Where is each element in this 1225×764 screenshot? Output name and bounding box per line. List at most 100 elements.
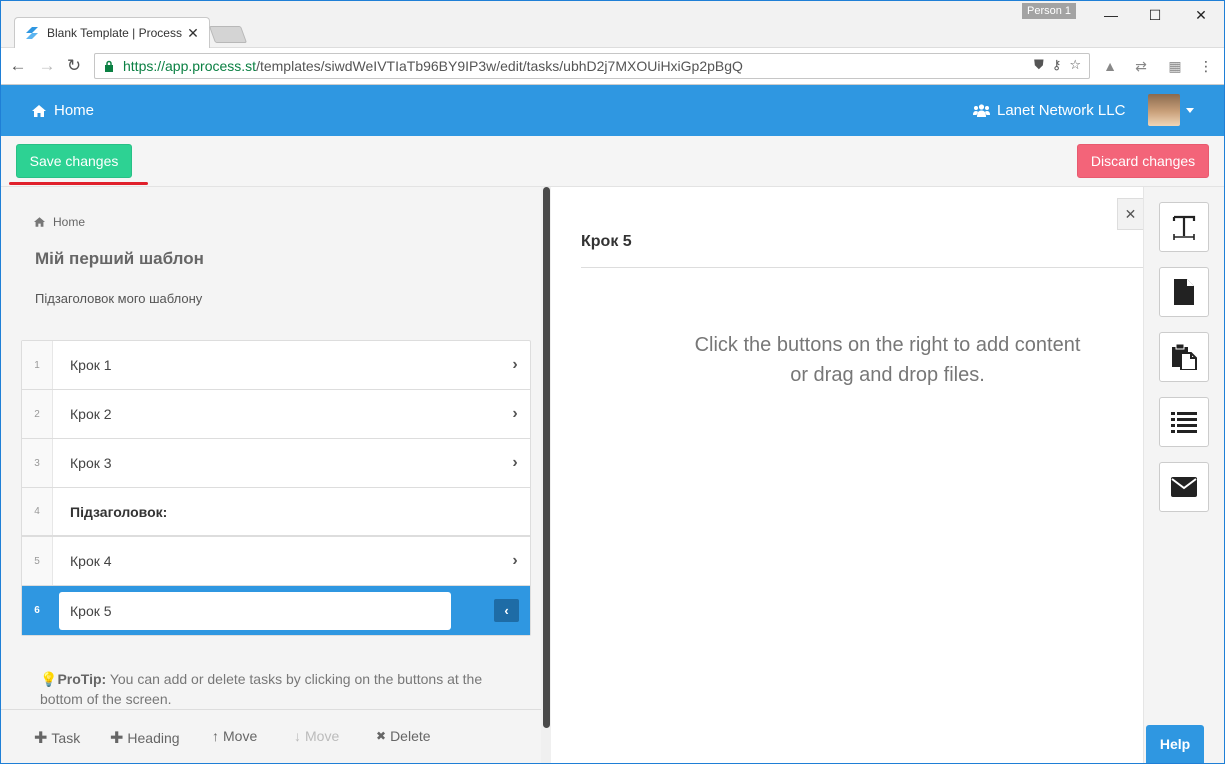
- chevron-right-icon: ›: [512, 552, 518, 569]
- hint-line-2: or drag and drop files.: [790, 364, 985, 386]
- menu-icon[interactable]: ⋮: [1197, 57, 1215, 75]
- task-name: Крок 3: [70, 455, 112, 471]
- add-heading-label: Heading: [127, 730, 180, 746]
- chevron-right-icon: ›: [512, 454, 518, 471]
- task-row[interactable]: 1 Крок 1 ›: [22, 341, 530, 390]
- action-bar: Save changes Discard changes: [0, 136, 1225, 187]
- arrow-up-icon: ↑: [212, 728, 219, 744]
- new-tab-button[interactable]: [208, 26, 248, 43]
- text-icon: [1172, 215, 1196, 240]
- task-number: 1: [22, 341, 53, 389]
- users-icon: [973, 104, 990, 117]
- task-number: 3: [22, 439, 53, 487]
- reload-icon[interactable]: ↻: [64, 56, 84, 76]
- move-up-button[interactable]: ↑ Move: [212, 728, 257, 744]
- minimize-button[interactable]: —: [1088, 4, 1134, 26]
- close-icon[interactable]: ✕: [1117, 198, 1143, 230]
- browser-tab[interactable]: Blank Template | Process ✕: [14, 17, 210, 48]
- add-text-widget-button[interactable]: [1159, 202, 1209, 252]
- avatar-caret-icon[interactable]: [1186, 108, 1194, 113]
- move-down-button[interactable]: ↓ Move: [294, 728, 339, 744]
- home-icon: [34, 217, 45, 227]
- task-number: 4: [22, 488, 53, 535]
- protip: 💡ProTip: You can add or delete tasks by …: [40, 669, 510, 709]
- home-label: Home: [54, 102, 95, 119]
- paste-icon: [1172, 344, 1197, 370]
- lightbulb-icon: 💡: [40, 671, 58, 687]
- step-title[interactable]: Крок 5: [581, 233, 632, 251]
- browser-toolbar: ← → ↻ https://app.process.st/templates/s…: [0, 48, 1225, 85]
- add-copy-widget-button[interactable]: [1159, 332, 1209, 382]
- plus-icon: ✚: [34, 730, 48, 747]
- address-bar[interactable]: https://app.process.st/templates/siwdWeI…: [94, 53, 1090, 79]
- task-list: 1 Крок 1 › 2 Крок 2 › 3 Крок 3 › 4 Підза…: [21, 340, 531, 636]
- panel-scrollbar[interactable]: [541, 187, 551, 764]
- move-up-label: Move: [223, 728, 258, 744]
- heading-row[interactable]: 4 Підзаголовок:: [22, 488, 530, 537]
- add-checklist-widget-button[interactable]: [1159, 397, 1209, 447]
- task-number: 2: [22, 390, 53, 438]
- shield-icon[interactable]: ⛊: [1034, 57, 1044, 73]
- tab-close-icon[interactable]: ✕: [185, 25, 201, 42]
- url-host: https://app.process.st: [123, 58, 257, 74]
- add-heading-button[interactable]: ✚ Heading: [110, 728, 180, 748]
- process-street-logo-icon: [26, 27, 38, 39]
- task-number: 5: [22, 537, 53, 585]
- delete-button[interactable]: ✖ Delete: [376, 728, 431, 744]
- chevron-left-icon[interactable]: ‹: [494, 599, 519, 622]
- protip-text: You can add or delete tasks by clicking …: [40, 671, 483, 707]
- task-actions-bar: ✚ Task ✚ Heading ↑ Move ↓ Move ✖ Delete: [0, 709, 541, 764]
- help-button[interactable]: Help: [1146, 725, 1204, 764]
- add-file-widget-button[interactable]: [1159, 267, 1209, 317]
- divider: [581, 267, 1144, 268]
- maximize-button[interactable]: ☐: [1132, 4, 1178, 26]
- task-name: Крок 2: [70, 406, 112, 422]
- breadcrumb-home[interactable]: Home: [53, 215, 85, 229]
- drive-extension-icon[interactable]: ▲: [1101, 57, 1119, 75]
- discard-changes-button[interactable]: Discard changes: [1077, 144, 1209, 178]
- trello-extension-icon[interactable]: ▦: [1166, 57, 1184, 75]
- profile-badge[interactable]: Person 1: [1022, 3, 1076, 19]
- add-task-button[interactable]: ✚ Task: [34, 728, 80, 748]
- times-circle-icon: ✖: [376, 729, 387, 743]
- protip-label: ProTip:: [57, 671, 107, 687]
- app-header: Home Lanet Network LLC: [0, 85, 1225, 136]
- window-close-button[interactable]: ✕: [1178, 4, 1224, 26]
- home-nav-link[interactable]: Home: [32, 102, 94, 119]
- forward-icon[interactable]: →: [37, 56, 57, 76]
- home-icon: [32, 104, 46, 117]
- task-list-panel: Home Мій перший шаблон Підзаголовок мого…: [0, 187, 541, 764]
- arrow-down-icon: ↓: [294, 728, 301, 744]
- task-row[interactable]: 3 Крок 3 ›: [22, 439, 530, 488]
- delete-label: Delete: [390, 728, 431, 744]
- list-icon: [1171, 412, 1197, 433]
- template-subtitle[interactable]: Підзаголовок мого шаблону: [35, 291, 202, 306]
- url-path: /templates/siwdWeIVTIaTb96BY9IP3w/edit/t…: [256, 58, 743, 74]
- hint-line-1: Click the buttons on the right to add co…: [694, 334, 1081, 356]
- scrollbar-thumb[interactable]: [543, 187, 550, 728]
- save-changes-button[interactable]: Save changes: [16, 144, 132, 178]
- chevron-right-icon: ›: [512, 405, 518, 422]
- task-name: Крок 4: [70, 553, 112, 569]
- back-icon[interactable]: ←: [8, 56, 28, 76]
- avatar[interactable]: [1148, 94, 1180, 126]
- add-email-widget-button[interactable]: [1159, 462, 1209, 512]
- organization-link[interactable]: Lanet Network LLC: [973, 102, 1125, 119]
- envelope-icon: [1171, 477, 1197, 497]
- sync-extension-icon[interactable]: ⇄: [1132, 57, 1150, 75]
- empty-state-hint: Click the buttons on the right to add co…: [660, 330, 1115, 390]
- star-icon[interactable]: ☆: [1069, 57, 1081, 73]
- task-row[interactable]: 5 Крок 4 ›: [22, 537, 530, 586]
- key-icon[interactable]: ⚷: [1052, 57, 1062, 73]
- file-icon: [1174, 279, 1194, 305]
- template-title[interactable]: Мій перший шаблон: [35, 249, 204, 269]
- task-row[interactable]: 2 Крок 2 ›: [22, 390, 530, 439]
- breadcrumb[interactable]: Home: [34, 215, 85, 229]
- secure-lock-icon: [105, 60, 113, 72]
- organization-label: Lanet Network LLC: [997, 102, 1126, 119]
- add-task-label: Task: [51, 730, 81, 746]
- task-name-input[interactable]: [59, 591, 451, 630]
- annotation-underline: [9, 182, 148, 185]
- task-row-active[interactable]: 6 ‹: [22, 586, 530, 635]
- plus-icon: ✚: [110, 730, 124, 747]
